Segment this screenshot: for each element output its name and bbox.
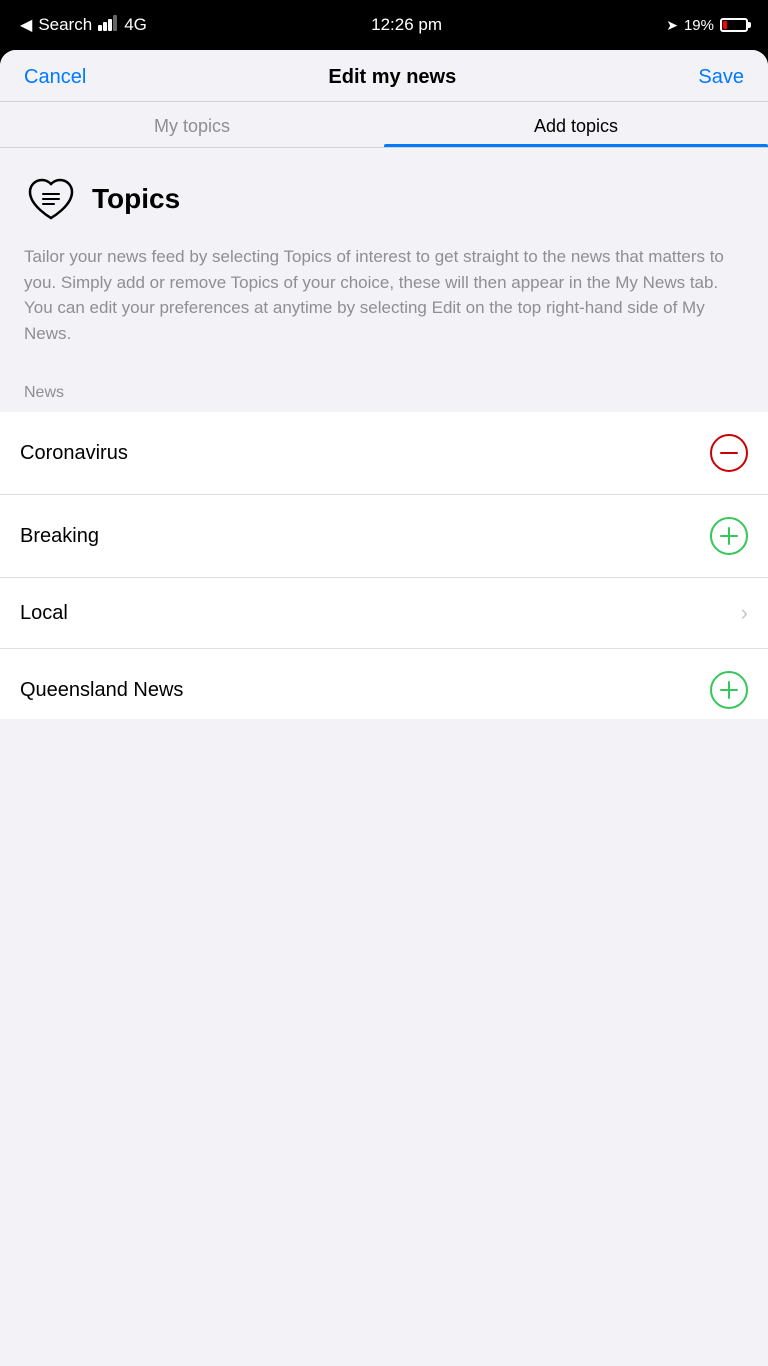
battery-percent: 19% — [684, 17, 714, 34]
tab-add-topics[interactable]: Add topics — [384, 102, 768, 147]
topic-row-queensland[interactable]: Queensland News — [0, 649, 768, 719]
status-right: ➤ 19% — [666, 17, 748, 34]
topics-heading: Topics — [92, 183, 180, 215]
signal-icon — [98, 15, 118, 36]
page-title: Edit my news — [328, 66, 456, 89]
tab-bar: My topics Add topics — [0, 102, 768, 148]
tab-my-topics[interactable]: My topics — [0, 102, 384, 147]
save-button[interactable]: Save — [698, 66, 744, 89]
status-left: ◀ Search 4G — [20, 15, 147, 36]
add-breaking-button[interactable] — [710, 517, 748, 555]
carrier-label: Search — [38, 15, 92, 35]
topic-row-coronavirus[interactable]: Coronavirus — [0, 412, 768, 495]
expand-local-icon: › — [741, 600, 748, 626]
location-icon: ➤ — [666, 17, 678, 34]
topic-name-breaking: Breaking — [20, 525, 99, 548]
section-label: News — [24, 374, 744, 412]
back-arrow-icon: ◀ — [20, 15, 32, 35]
topic-row-breaking[interactable]: Breaking — [0, 495, 768, 578]
topic-row-local[interactable]: Local › — [0, 578, 768, 649]
topics-heart-icon — [24, 172, 78, 226]
topics-description: Tailor your news feed by selecting Topic… — [24, 244, 744, 346]
status-bar: ◀ Search 4G 12:26 pm ➤ 19% — [0, 0, 768, 50]
remove-coronavirus-button[interactable] — [710, 434, 748, 472]
network-label: 4G — [124, 15, 147, 35]
content-area: Topics Tailor your news feed by selectin… — [0, 148, 768, 412]
topic-name-local: Local — [20, 602, 68, 625]
topic-name-queensland: Queensland News — [20, 679, 183, 702]
topics-header: Topics — [24, 172, 744, 226]
nav-bar: Cancel Edit my news Save — [0, 50, 768, 102]
add-queensland-button[interactable] — [710, 671, 748, 709]
app-container: Cancel Edit my news Save My topics Add t… — [0, 50, 768, 1366]
cancel-button[interactable]: Cancel — [24, 66, 86, 89]
topics-list: Coronavirus Breaking Local › Queensland … — [0, 412, 768, 719]
topic-name-coronavirus: Coronavirus — [20, 442, 128, 465]
status-time: 12:26 pm — [371, 15, 442, 35]
battery-icon — [720, 18, 748, 32]
